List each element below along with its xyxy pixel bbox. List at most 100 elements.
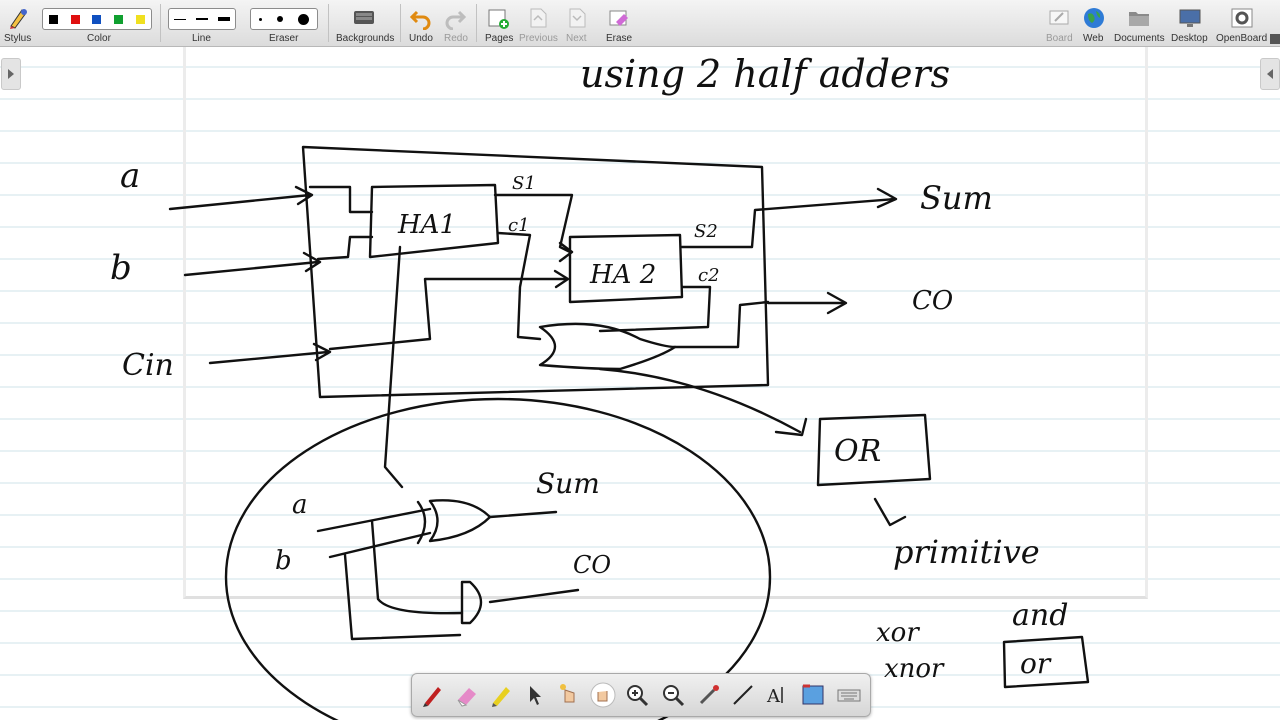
- backgrounds-icon: [354, 11, 374, 24]
- color-yellow[interactable]: [135, 14, 145, 24]
- gate-a-label: a: [292, 490, 308, 520]
- globe-icon: [1084, 8, 1104, 28]
- and-gate: [460, 580, 483, 625]
- next-page-icon: [569, 8, 586, 28]
- wire-a-ha1: [308, 185, 374, 214]
- gate-b-label: b: [275, 546, 292, 576]
- erase-page-icon: [609, 10, 628, 26]
- wire-a: [168, 193, 312, 211]
- stylus-icon: [10, 9, 27, 29]
- toolbar-divider: [400, 4, 401, 42]
- web-mode-button[interactable]: Web: [1080, 3, 1108, 44]
- ha2-label: HA 2: [589, 260, 656, 290]
- zoom-in-icon[interactable]: [624, 682, 650, 708]
- xnor-label: xnor: [884, 654, 945, 684]
- primitive-label: primitive: [893, 533, 1040, 571]
- erase-button[interactable]: Erase: [602, 3, 636, 44]
- line-thick[interactable]: [218, 17, 230, 21]
- openboard-menu-button[interactable]: OpenBoard: [1214, 3, 1270, 44]
- hand-icon[interactable]: [590, 682, 616, 708]
- documents-mode-button[interactable]: Documents: [1112, 3, 1166, 44]
- color-black[interactable]: [49, 14, 59, 24]
- redo-label: Redo: [444, 33, 468, 44]
- toolbar-divider: [328, 4, 329, 42]
- c2-label: c2: [698, 265, 720, 286]
- board-mode-button[interactable]: Board: [1044, 3, 1074, 44]
- keyboard-icon[interactable]: [836, 682, 862, 708]
- gate-sum-label: Sum: [536, 467, 600, 500]
- stylus-palette: A: [411, 673, 871, 717]
- pen-icon[interactable]: [420, 682, 446, 708]
- ha1-label: HA1: [397, 210, 456, 240]
- backgrounds-button[interactable]: Backgrounds: [334, 3, 395, 44]
- toolbar-divider: [476, 4, 477, 42]
- fullscreen-corner[interactable]: [1270, 34, 1280, 44]
- whiteboard[interactable]: using 2 half adders a b Cin HA1 HA 2 S1 …: [0, 47, 1280, 720]
- eraser-size-picker: Eraser: [250, 3, 318, 44]
- highlighter-icon[interactable]: [488, 682, 514, 708]
- arrow-sum: [876, 187, 898, 209]
- previous-label: Previous: [519, 33, 558, 44]
- and-label: and: [1012, 598, 1068, 633]
- and-input-b: [343, 553, 462, 641]
- wire-b: [183, 260, 320, 277]
- title-text: using 2 half adders: [580, 52, 950, 96]
- and-output-wire: [488, 588, 580, 604]
- undo-icon: [409, 10, 431, 30]
- eraser-medium[interactable]: [276, 16, 283, 22]
- xor-input-a: [316, 507, 432, 533]
- line-medium[interactable]: [196, 18, 208, 20]
- laser-hand-icon[interactable]: [556, 682, 582, 708]
- board-label: Board: [1046, 33, 1073, 44]
- zoom-out-icon[interactable]: [660, 682, 686, 708]
- previous-page-button[interactable]: Previous: [518, 3, 558, 44]
- input-a-label: a: [120, 156, 140, 196]
- backgrounds-label: Backgrounds: [336, 33, 395, 44]
- web-label: Web: [1083, 33, 1104, 44]
- s2-label: S2: [694, 221, 718, 242]
- stylus-tool[interactable]: Stylus: [2, 3, 32, 44]
- pages-label: Pages: [485, 33, 514, 44]
- pages-button[interactable]: Pages: [482, 3, 514, 44]
- pointer-icon[interactable]: [522, 682, 548, 708]
- desktop-mode-button[interactable]: Desktop: [1170, 3, 1210, 44]
- xor-gate: [428, 499, 492, 543]
- line-widths: [168, 8, 236, 30]
- wire-c2: [598, 285, 712, 333]
- capture-icon[interactable]: [800, 682, 826, 708]
- toolbar-divider: [160, 4, 161, 42]
- line-width-picker: Line: [168, 3, 236, 44]
- xor-input-b: [328, 531, 432, 559]
- color-red[interactable]: [70, 14, 80, 24]
- monitor-icon: [1179, 9, 1201, 27]
- color-green[interactable]: [114, 14, 124, 24]
- color-swatches: [42, 8, 152, 30]
- s1-label: S1: [512, 173, 536, 194]
- eraser-small[interactable]: [258, 17, 262, 21]
- eraser-icon[interactable]: [454, 682, 480, 708]
- color-picker: Color: [42, 3, 152, 44]
- main-toolbar: Stylus Color Line Eraser Backgrounds Und…: [0, 0, 1280, 47]
- laser-pointer-icon[interactable]: [696, 682, 722, 708]
- desktop-label: Desktop: [1171, 33, 1208, 44]
- undo-label: Undo: [409, 33, 433, 44]
- line-icon[interactable]: [730, 682, 756, 708]
- svg-text:A: A: [766, 686, 781, 707]
- and-input-a: [370, 519, 464, 615]
- openboard-label: OpenBoard: [1216, 33, 1268, 44]
- next-page-button[interactable]: Next: [562, 3, 592, 44]
- detail-ellipse: [224, 397, 772, 720]
- line-thin[interactable]: [174, 18, 186, 20]
- output-sum-label: Sum: [920, 179, 993, 217]
- gear-icon: [1231, 8, 1253, 28]
- zoom-line: [383, 245, 404, 489]
- xor-label: xor: [876, 618, 920, 648]
- arrow-primitive: [873, 497, 907, 527]
- color-blue[interactable]: [92, 14, 102, 24]
- text-icon[interactable]: A: [764, 682, 790, 708]
- undo-button[interactable]: Undo: [406, 3, 436, 44]
- redo-button[interactable]: Redo: [440, 3, 470, 44]
- input-b-label: b: [110, 248, 132, 288]
- or-box-label: OR: [834, 434, 881, 469]
- eraser-large[interactable]: [298, 13, 310, 25]
